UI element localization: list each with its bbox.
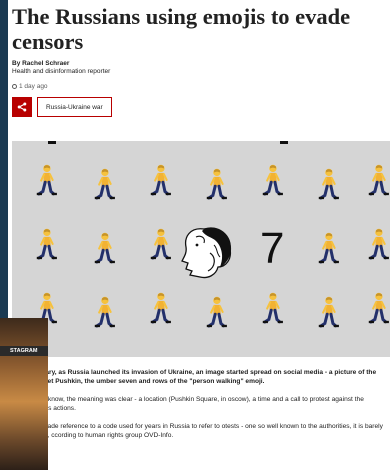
topic-tag-button[interactable]: Russia-Ukraine war: [37, 97, 112, 117]
paragraph: those in the know, the meaning was clear…: [12, 396, 364, 412]
publish-date: 1 day ago: [12, 83, 48, 90]
walking-person-emoji: [149, 227, 173, 261]
hero-image: 7: [12, 141, 390, 357]
walking-person-emoji: [93, 231, 117, 265]
paragraph: n 24 February, as Russia launched its in…: [12, 369, 377, 385]
instagram-tag: STAGRAM: [0, 346, 48, 356]
article-headline: The Russians using emojis to evade censo…: [12, 4, 351, 54]
walking-person-emoji-partial: [48, 141, 56, 144]
paragraph: he emojis made reference to a code used …: [12, 423, 383, 439]
walking-person-emoji: [261, 163, 285, 197]
author-name[interactable]: By Rachel Schraer: [12, 60, 110, 68]
share-icon: [17, 102, 27, 112]
walking-person-emoji: [367, 227, 390, 261]
article-page: The Russians using emojis to evade censo…: [8, 0, 390, 470]
walking-person-emoji: [367, 291, 390, 325]
walking-person-emoji-partial: [280, 141, 288, 144]
walking-person-emoji: [93, 295, 117, 329]
number-seven: 7: [260, 224, 284, 273]
publish-date-text: 1 day ago: [19, 83, 48, 90]
clock-icon: [12, 84, 17, 89]
walking-person-emoji: [205, 167, 229, 201]
walking-person-emoji: [367, 163, 390, 197]
walking-person-emoji: [317, 231, 341, 265]
walking-person-emoji: [35, 163, 59, 197]
walking-person-emoji: [149, 291, 173, 325]
walking-person-emoji: [149, 163, 173, 197]
emoji-code-picture: 7: [35, 141, 390, 329]
walking-person-emoji: [317, 167, 341, 201]
walking-person-emoji: [93, 167, 117, 201]
byline: By Rachel Schraer Health and disinformat…: [12, 60, 110, 76]
walking-person-emoji: [35, 227, 59, 261]
walking-person-emoji: [261, 291, 285, 325]
share-button[interactable]: [12, 97, 32, 117]
article-body: n 24 February, as Russia launched its in…: [8, 368, 388, 449]
author-role: Health and disinformation reporter: [12, 68, 111, 75]
pushkin-portrait: [181, 227, 232, 279]
instagram-video-overlay[interactable]: STAGRAM: [0, 318, 48, 470]
walking-person-emoji: [205, 295, 229, 329]
walking-person-emoji: [317, 295, 341, 329]
